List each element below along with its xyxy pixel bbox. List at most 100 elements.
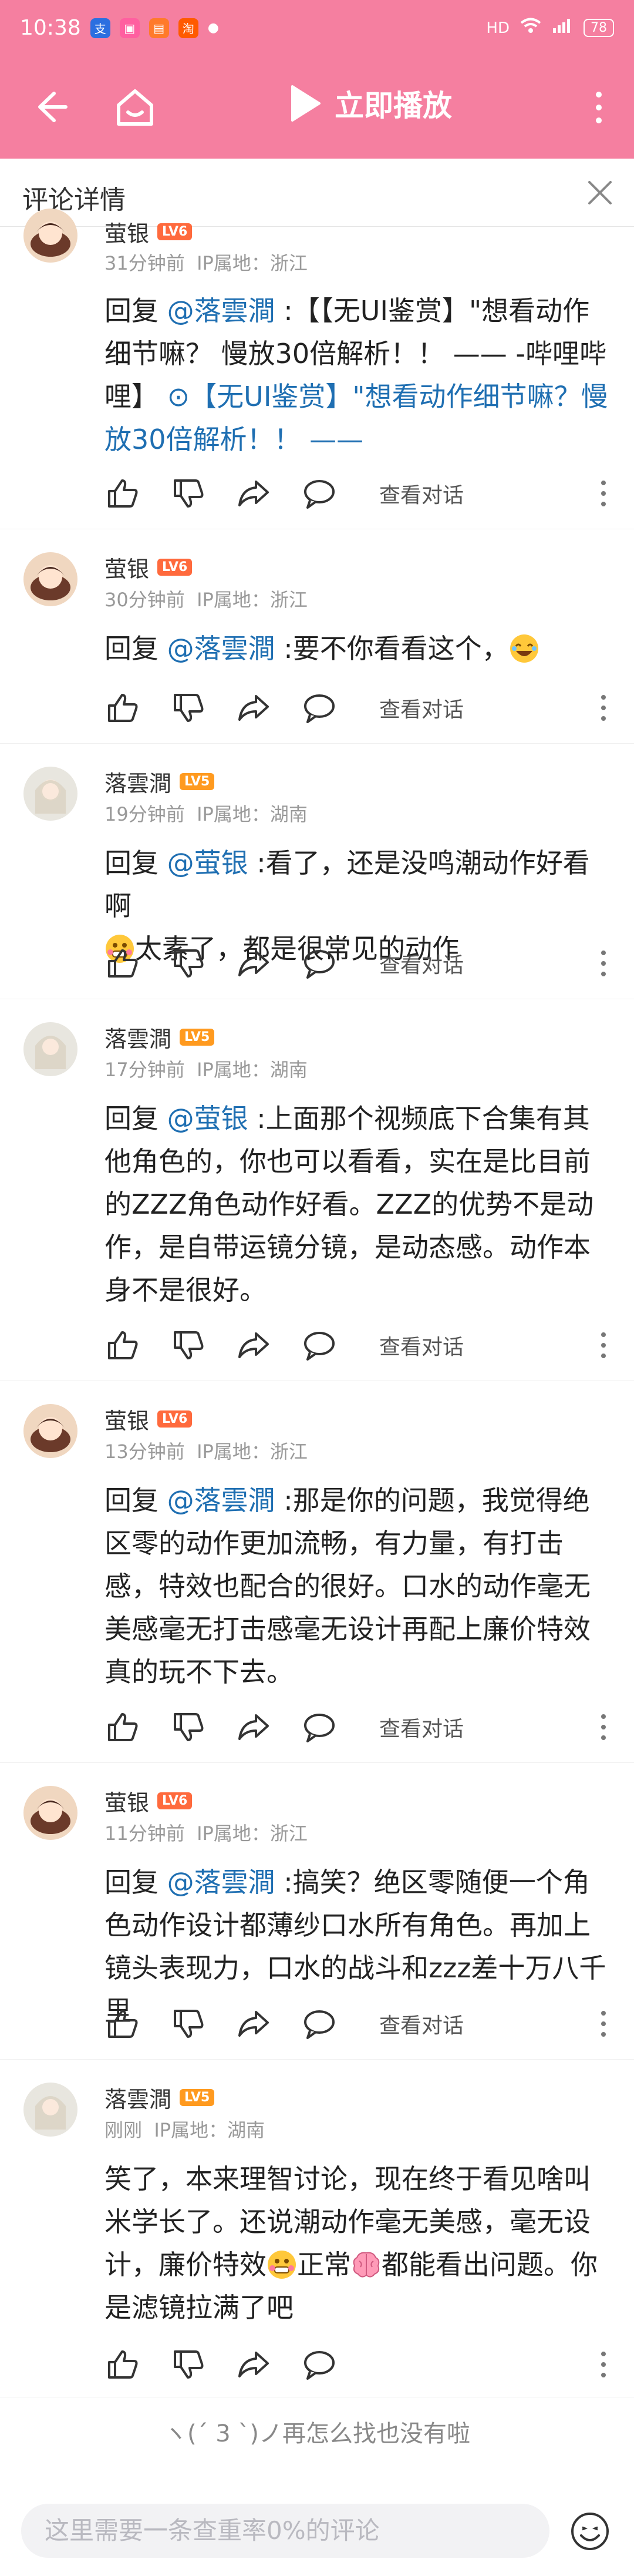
like-icon[interactable] — [104, 1328, 140, 1363]
comment-author[interactable]: 落雲澗 LV5 — [104, 765, 215, 798]
back-arrow-icon[interactable] — [31, 86, 72, 127]
like-icon[interactable] — [104, 690, 140, 726]
avatar[interactable] — [23, 767, 77, 821]
comment-item[interactable]: 落雲澗 LV5 17分钟前 IP属地：湖南 回复 @萤银 :上面那个视频底下合集… — [0, 999, 634, 1381]
battery-indicator: 78 — [584, 19, 614, 37]
end-of-list-text: ヽ(ˊ 3 ˋ)ノ再怎么找也没有啦 — [163, 2420, 471, 2447]
share-icon[interactable] — [236, 946, 271, 981]
comment-text: 回复 @落雲澗 :【【无UI鉴赏】"想看动作细节嘛？ 慢放30倍解析！！ —— … — [104, 290, 609, 461]
more-icon[interactable] — [598, 476, 609, 511]
avatar[interactable] — [23, 1404, 77, 1458]
share-icon[interactable] — [236, 1710, 271, 1745]
alipay-app-icon: 支 — [90, 18, 110, 38]
view-conversation-link[interactable]: 查看对话 — [379, 2009, 464, 2039]
author-name: 落雲澗 — [104, 1026, 172, 1052]
share-icon[interactable] — [236, 1328, 271, 1363]
like-icon[interactable] — [104, 1710, 140, 1745]
comment-time: 13分钟前 — [104, 1440, 185, 1463]
dislike-icon[interactable] — [170, 690, 205, 726]
reply-icon[interactable] — [302, 2006, 337, 2041]
emoji-icon[interactable] — [569, 2511, 611, 2552]
level-badge: LV6 — [157, 223, 193, 240]
dislike-icon[interactable] — [170, 2347, 205, 2382]
comment-input[interactable]: 这里需要一条查重率0%的评论 — [21, 2504, 549, 2558]
more-icon[interactable] — [598, 2006, 609, 2041]
hd-icon: HD — [486, 19, 510, 37]
video-link-icon[interactable]: ⊙ — [167, 381, 190, 412]
like-icon[interactable] — [104, 2347, 140, 2382]
mention-link[interactable]: @落雲澗 — [167, 1485, 275, 1516]
play-now-button[interactable]: 立即播放 — [288, 82, 452, 125]
dislike-icon[interactable] — [170, 1328, 205, 1363]
comment-meta: 17分钟前 IP属地：湖南 — [104, 1055, 308, 1082]
share-icon[interactable] — [236, 690, 271, 726]
mention-link[interactable]: @落雲澗 — [167, 295, 275, 327]
comment-item[interactable]: 萤银 LV6 11分钟前 IP属地：浙江 回复 @落雲澗 :搞笑？绝区零随便一个… — [0, 1762, 634, 2060]
view-conversation-link[interactable]: 查看对话 — [379, 693, 464, 723]
home-icon[interactable] — [113, 85, 157, 130]
more-icon[interactable] — [598, 1710, 609, 1745]
view-conversation-link[interactable]: 查看对话 — [379, 478, 464, 509]
level-badge: LV5 — [180, 773, 215, 790]
avatar[interactable] — [23, 1786, 77, 1840]
comment-meta: 刚刚 IP属地：湖南 — [104, 2115, 265, 2142]
comment-item[interactable]: 萤银 LV6 30分钟前 IP属地：浙江 回复 @落雲澗 :要不你看看这个， 查… — [0, 529, 634, 744]
reply-icon[interactable] — [302, 690, 337, 726]
more-icon[interactable] — [598, 946, 609, 981]
level-badge: LV6 — [157, 1792, 193, 1809]
avatar[interactable] — [23, 1022, 77, 1076]
dislike-icon[interactable] — [170, 1710, 205, 1745]
reply-icon[interactable] — [302, 476, 337, 511]
comment-item[interactable]: 落雲澗 LV5 刚刚 IP属地：湖南 笑了，本来理智讨论，现在终于看见啥叫米学长… — [0, 2059, 634, 2397]
status-time: 10:38 — [20, 16, 81, 40]
reply-icon[interactable] — [302, 946, 337, 981]
play-icon — [291, 85, 321, 122]
comment-item[interactable]: 落雲澗 LV5 19分钟前 IP属地：湖南 回复 @萤银 :看了，还是没鸣潮动作… — [0, 743, 634, 999]
comment-actions — [104, 2347, 609, 2382]
reply-prefix: 回复 — [104, 633, 167, 664]
comment-item[interactable]: 萤银 LV6 13分钟前 IP属地：浙江 回复 @落雲澗 :那是你的问题，我觉得… — [0, 1381, 634, 1763]
reply-icon[interactable] — [302, 2347, 337, 2382]
like-icon[interactable] — [104, 2006, 140, 2041]
close-icon[interactable] — [582, 175, 618, 210]
view-conversation-link[interactable]: 查看对话 — [379, 948, 464, 979]
author-name: 落雲澗 — [104, 771, 172, 797]
more-icon[interactable] — [598, 690, 609, 726]
comment-author[interactable]: 萤银 LV6 — [104, 1403, 193, 1435]
comment-text: 笑了，本来理智讨论，现在终于看见啥叫米学长了。还说潮动作毫无美感，毫无设计，廉价… — [104, 2158, 609, 2329]
mention-link[interactable]: @萤银 — [167, 847, 248, 879]
share-icon[interactable] — [236, 476, 271, 511]
like-icon[interactable] — [104, 946, 140, 981]
reply-icon[interactable] — [302, 1710, 337, 1745]
share-icon[interactable] — [236, 2006, 271, 2041]
reply-icon[interactable] — [302, 1328, 337, 1363]
grimace-emoji-icon — [267, 2249, 297, 2280]
more-icon[interactable] — [598, 2347, 609, 2382]
brain-emoji-icon — [351, 2249, 382, 2280]
like-icon[interactable] — [104, 476, 140, 511]
comment-author[interactable]: 落雲澗 LV5 — [104, 2081, 215, 2114]
view-conversation-link[interactable]: 查看对话 — [379, 1712, 464, 1742]
avatar[interactable] — [23, 209, 77, 263]
avatar[interactable] — [23, 2083, 77, 2137]
comment-author[interactable]: 萤银 LV6 — [104, 216, 193, 248]
comment-author[interactable]: 萤银 LV6 — [104, 1785, 193, 1817]
dislike-icon[interactable] — [170, 946, 205, 981]
dislike-icon[interactable] — [170, 476, 205, 511]
mention-link[interactable]: @落雲澗 — [167, 633, 275, 664]
mention-link[interactable]: @落雲澗 — [167, 1866, 275, 1898]
more-vertical-icon[interactable] — [587, 85, 611, 130]
comment-ip: IP属地：浙江 — [197, 1440, 308, 1463]
notification-dot-icon: ● — [207, 21, 219, 35]
share-icon[interactable] — [236, 2347, 271, 2382]
comment-actions: 查看对话 — [104, 2006, 609, 2041]
comment-author[interactable]: 萤银 LV6 — [104, 551, 193, 583]
avatar[interactable] — [23, 552, 77, 606]
view-conversation-link[interactable]: 查看对话 — [379, 1330, 464, 1361]
dislike-icon[interactable] — [170, 2006, 205, 2041]
more-icon[interactable] — [598, 1328, 609, 1363]
comment-author[interactable]: 落雲澗 LV5 — [104, 1021, 215, 1053]
comment-item[interactable]: 萤银 LV6 31分钟前 IP属地：浙江 回复 @落雲澗 :【【无UI鉴赏】"想… — [0, 209, 634, 529]
sheet-title: 评论详情 — [22, 185, 126, 215]
mention-link[interactable]: @萤银 — [167, 1103, 248, 1134]
